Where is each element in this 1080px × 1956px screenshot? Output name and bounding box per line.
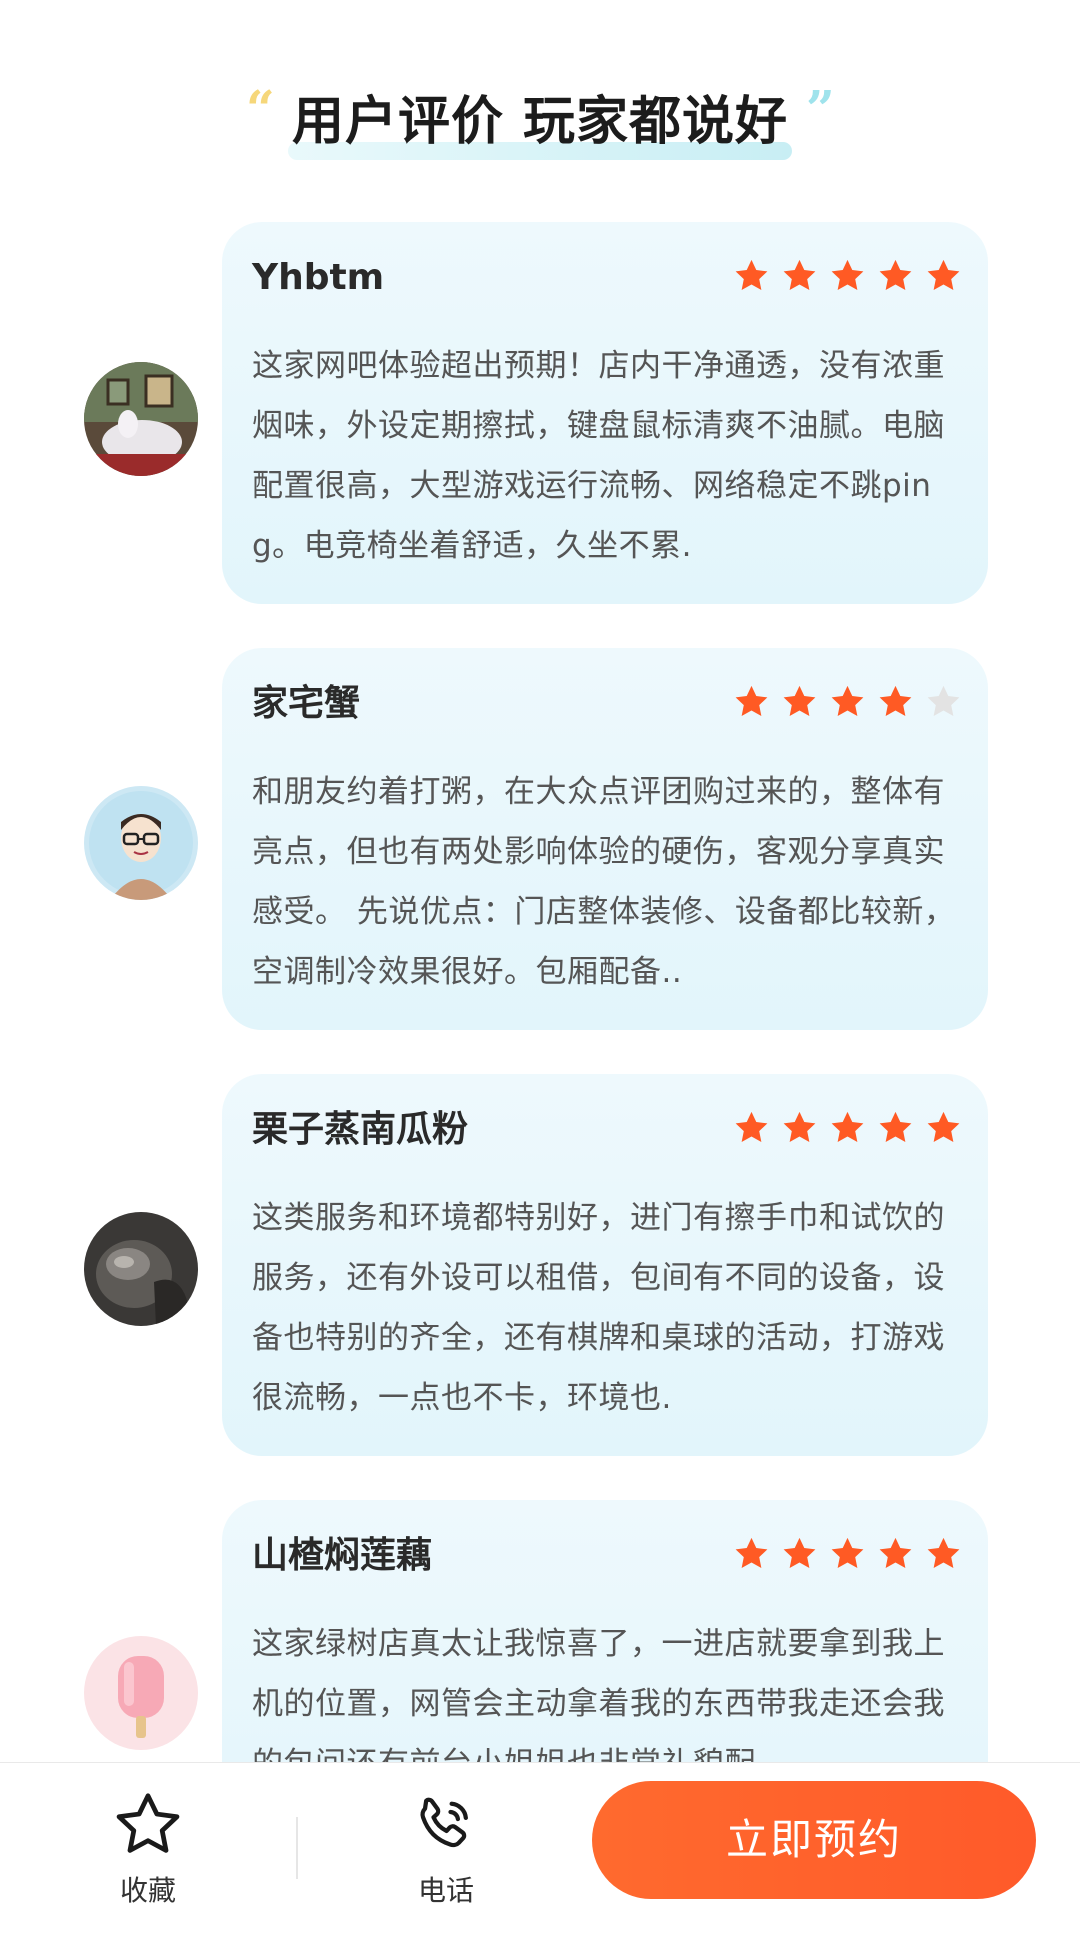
review-username: 山楂焖莲藕 xyxy=(252,1535,433,1576)
star-icon xyxy=(925,1536,962,1572)
phone-icon xyxy=(376,1791,516,1863)
rating-stars xyxy=(733,684,962,720)
review-text: 这家网吧体验超出预期！店内干净通透，没有浓重烟味，外设定期擦拭，键盘鼠标清爽不油… xyxy=(252,348,945,564)
review-card[interactable]: Yhbtm 这家网吧体验超出预期！店内干净通透，没有浓重烟味，外设定期擦拭，键盘… xyxy=(222,222,988,604)
avatar[interactable] xyxy=(84,1212,198,1326)
star-icon xyxy=(877,258,914,294)
star-icon xyxy=(925,1110,962,1146)
star-icon xyxy=(733,258,770,294)
bar-divider xyxy=(296,1817,298,1879)
star-icon xyxy=(829,258,866,294)
star-icon xyxy=(829,1536,866,1572)
bottom-action-bar: 收藏 电话 立即预约 xyxy=(0,1762,1080,1956)
star-outline-icon xyxy=(78,1791,218,1863)
star-icon xyxy=(781,1110,818,1146)
star-icon xyxy=(781,1536,818,1572)
book-now-button[interactable]: 立即预约 xyxy=(592,1781,1036,1899)
star-icon xyxy=(877,684,914,720)
phone-button[interactable]: 电话 xyxy=(376,1791,516,1909)
rating-stars xyxy=(733,1536,962,1572)
review-username: Yhbtm xyxy=(252,257,385,298)
avatar[interactable] xyxy=(84,362,198,476)
section-header: “ 用户评价 玩家都说好 ” xyxy=(0,78,1080,168)
favorite-button[interactable]: 收藏 xyxy=(78,1791,218,1909)
section-title: 用户评价 玩家都说好 xyxy=(291,92,789,152)
rating-stars xyxy=(733,1110,962,1146)
star-icon xyxy=(781,258,818,294)
empty-star-icon xyxy=(925,684,962,720)
star-icon xyxy=(925,258,962,294)
review-username: 栗子蒸南瓜粉 xyxy=(252,1109,469,1150)
avatar[interactable] xyxy=(84,786,198,900)
star-icon xyxy=(733,684,770,720)
star-icon xyxy=(781,684,818,720)
star-icon xyxy=(829,1110,866,1146)
review-username: 家宅蟹 xyxy=(252,683,361,724)
avatar[interactable] xyxy=(84,1636,198,1750)
star-icon xyxy=(877,1110,914,1146)
star-icon xyxy=(733,1536,770,1572)
review-text: 和朋友约着打粥，在大众点评团购过来的，整体有亮点，但也有两处影响体验的硬伤，客观… xyxy=(252,774,956,990)
review-card[interactable]: 家宅蟹 和朋友约着打粥，在大众点评团购过来的，整体有亮点，但也有两处影响体验的硬… xyxy=(222,648,988,1030)
star-icon xyxy=(829,684,866,720)
favorite-label: 收藏 xyxy=(119,1874,176,1907)
phone-label: 电话 xyxy=(417,1874,474,1907)
review-text: 这类服务和环境都特别好，进门有擦手巾和试饮的服务，还有外设可以租借，包间有不同的… xyxy=(252,1200,945,1416)
star-icon xyxy=(733,1110,770,1146)
reviews-page: “ 用户评价 玩家都说好 ” Yhbtm 这家网吧体验超出预期！店内干净通透，没… xyxy=(0,0,1080,1956)
rating-stars xyxy=(733,258,962,294)
star-icon xyxy=(877,1536,914,1572)
review-card[interactable]: 栗子蒸南瓜粉 这类服务和环境都特别好，进门有擦手巾和试饮的服务，还有外设可以租借… xyxy=(222,1074,988,1456)
close-quote-mark: ” xyxy=(806,79,835,138)
